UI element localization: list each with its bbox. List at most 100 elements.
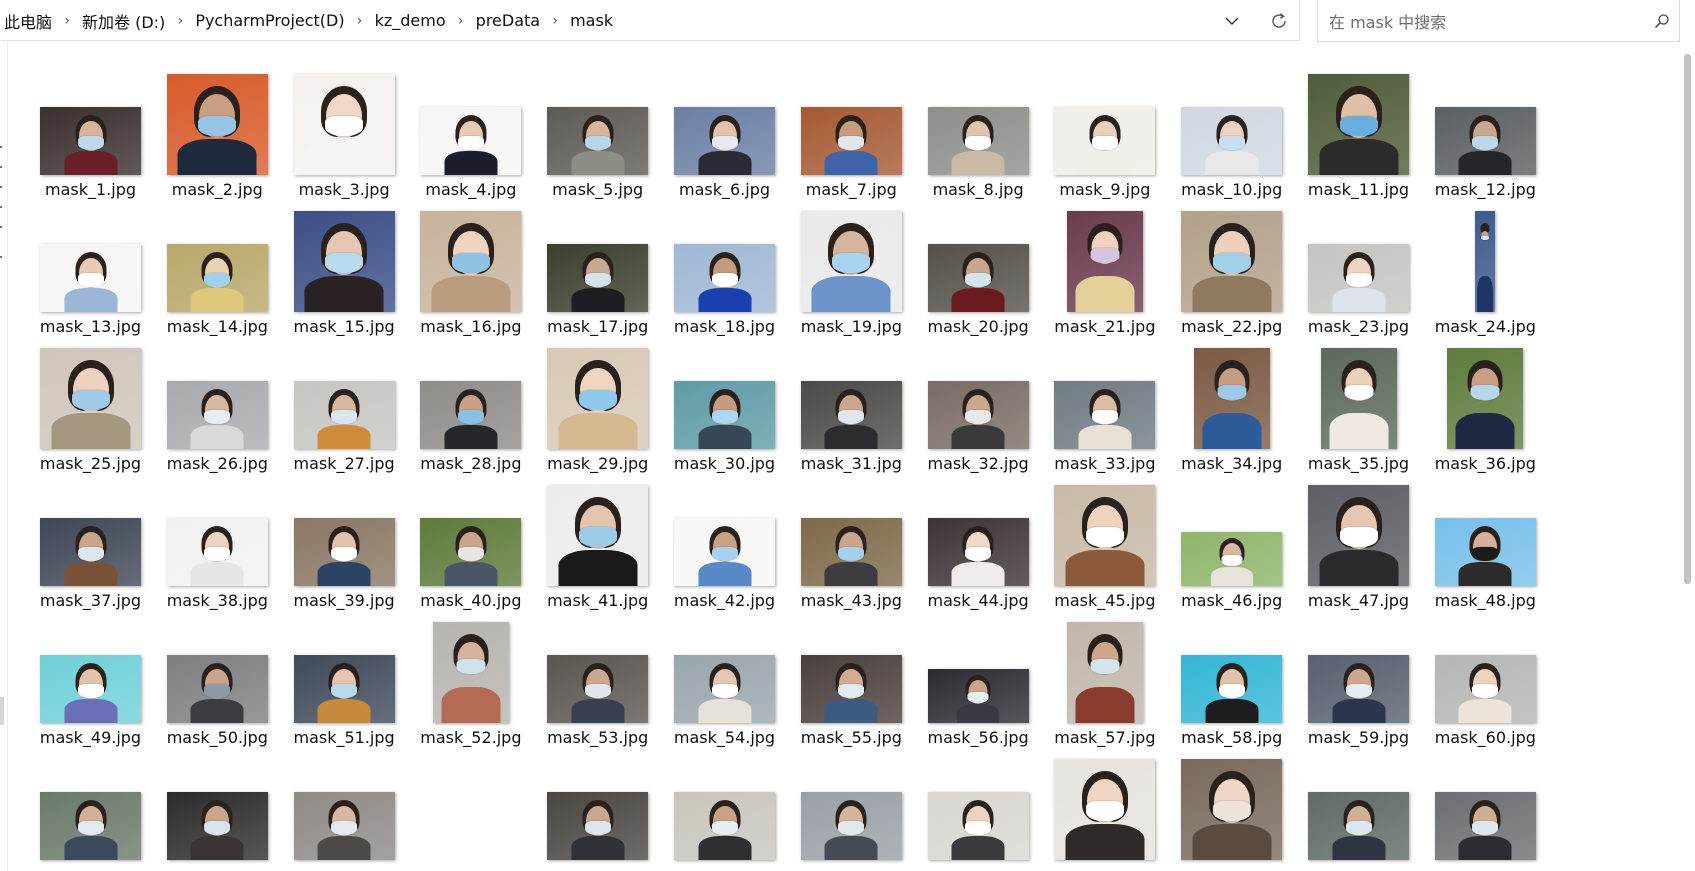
image-thumbnail[interactable]: [420, 518, 522, 586]
file-item[interactable]: mask_7.jpg: [768, 64, 905, 212]
image-thumbnail[interactable]: [674, 107, 775, 175]
file-name[interactable]: mask_37.jpg: [35, 591, 146, 610]
file-name[interactable]: mask_33.jpg: [1049, 454, 1160, 473]
file-item[interactable]: mask_41.jpg: [514, 475, 651, 623]
image-thumbnail[interactable]: [40, 107, 141, 175]
file-item[interactable]: mask_34.jpg: [1148, 338, 1285, 486]
file-name[interactable]: mask_3.jpg: [289, 180, 400, 199]
image-thumbnail[interactable]: [293, 518, 395, 586]
address-bar[interactable]: 此电脑 › 新加卷 (D:) › PycharmProject(D) › kz_demo › p…: [0, 0, 1300, 41]
file-item[interactable]: [641, 749, 778, 871]
file-name[interactable]: mask_57.jpg: [1049, 728, 1160, 747]
file-name[interactable]: mask_46.jpg: [1176, 591, 1287, 610]
file-name[interactable]: mask_38.jpg: [162, 591, 273, 610]
address-history-dropdown[interactable]: [1219, 9, 1245, 33]
file-name[interactable]: mask_22.jpg: [1176, 317, 1287, 336]
image-thumbnail[interactable]: [927, 669, 1029, 723]
file-item[interactable]: mask_27.jpg: [261, 338, 398, 486]
file-name[interactable]: mask_56.jpg: [923, 728, 1034, 747]
file-name[interactable]: mask_18.jpg: [669, 317, 780, 336]
file-item[interactable]: mask_35.jpg: [1275, 338, 1412, 486]
image-thumbnail[interactable]: [1054, 381, 1156, 449]
image-thumbnail[interactable]: [1181, 107, 1283, 175]
file-item[interactable]: [514, 749, 651, 871]
file-item[interactable]: mask_22.jpg: [1148, 201, 1285, 349]
file-name[interactable]: mask_52.jpg: [415, 728, 526, 747]
file-item[interactable]: [1402, 749, 1539, 871]
image-thumbnail[interactable]: [1308, 655, 1409, 723]
file-name[interactable]: mask_8.jpg: [923, 180, 1034, 199]
file-item[interactable]: mask_37.jpg: [8, 475, 144, 623]
image-thumbnail[interactable]: [800, 107, 902, 175]
image-thumbnail[interactable]: [166, 244, 268, 312]
search-box[interactable]: [1317, 0, 1680, 42]
file-name[interactable]: mask_48.jpg: [1430, 591, 1541, 610]
file-item[interactable]: mask_16.jpg: [387, 201, 524, 349]
file-name[interactable]: mask_1.jpg: [35, 180, 146, 199]
image-thumbnail[interactable]: [674, 655, 775, 723]
file-name[interactable]: mask_19.jpg: [796, 317, 907, 336]
image-thumbnail[interactable]: [800, 792, 902, 860]
refresh-button[interactable]: [1266, 9, 1292, 33]
image-thumbnail[interactable]: [432, 622, 509, 723]
file-name[interactable]: mask_45.jpg: [1049, 591, 1160, 610]
file-item[interactable]: mask_11.jpg: [1275, 64, 1412, 212]
file-name[interactable]: mask_16.jpg: [415, 317, 526, 336]
image-thumbnail[interactable]: [927, 244, 1029, 312]
file-name[interactable]: mask_54.jpg: [669, 728, 780, 747]
image-thumbnail[interactable]: [674, 792, 775, 860]
file-item[interactable]: mask_15.jpg: [261, 201, 398, 349]
file-item[interactable]: mask_33.jpg: [1021, 338, 1158, 486]
file-name[interactable]: mask_21.jpg: [1049, 317, 1160, 336]
file-item[interactable]: mask_60.jpg: [1402, 612, 1539, 760]
file-name[interactable]: mask_15.jpg: [289, 317, 400, 336]
file-item[interactable]: mask_54.jpg: [641, 612, 778, 760]
chevron-right-icon[interactable]: ›: [347, 13, 373, 29]
image-thumbnail[interactable]: [420, 107, 522, 175]
image-thumbnail[interactable]: [674, 518, 775, 586]
navigation-pane-edge[interactable]: [0, 42, 8, 871]
image-thumbnail[interactable]: [927, 792, 1029, 860]
file-name[interactable]: mask_34.jpg: [1176, 454, 1287, 473]
image-thumbnail[interactable]: [1308, 244, 1409, 312]
file-item[interactable]: [261, 749, 398, 871]
file-item[interactable]: [134, 749, 271, 871]
image-thumbnail[interactable]: [1054, 759, 1156, 860]
file-name[interactable]: mask_10.jpg: [1176, 180, 1287, 199]
chevron-right-icon[interactable]: ›: [167, 13, 193, 29]
file-item[interactable]: mask_36.jpg: [1402, 338, 1539, 486]
file-name[interactable]: mask_32.jpg: [923, 454, 1034, 473]
file-name[interactable]: mask_49.jpg: [35, 728, 146, 747]
file-name[interactable]: mask_5.jpg: [542, 180, 653, 199]
file-item[interactable]: mask_14.jpg: [134, 201, 271, 349]
file-item[interactable]: mask_12.jpg: [1402, 64, 1539, 212]
file-item[interactable]: mask_25.jpg: [8, 338, 144, 486]
file-item[interactable]: mask_53.jpg: [514, 612, 651, 760]
image-thumbnail[interactable]: [166, 518, 268, 586]
image-thumbnail[interactable]: [547, 655, 649, 723]
file-name[interactable]: mask_51.jpg: [289, 728, 400, 747]
file-item[interactable]: mask_19.jpg: [768, 201, 905, 349]
image-thumbnail[interactable]: [1434, 792, 1536, 860]
file-item[interactable]: [1148, 749, 1285, 871]
file-item[interactable]: mask_31.jpg: [768, 338, 905, 486]
file-name[interactable]: mask_55.jpg: [796, 728, 907, 747]
image-thumbnail[interactable]: [1308, 485, 1409, 586]
image-thumbnail[interactable]: [40, 655, 141, 723]
image-thumbnail[interactable]: [40, 244, 141, 312]
image-thumbnail[interactable]: [1054, 107, 1156, 175]
file-name[interactable]: mask_13.jpg: [35, 317, 146, 336]
image-thumbnail[interactable]: [800, 518, 902, 586]
file-name[interactable]: mask_44.jpg: [923, 591, 1034, 610]
image-thumbnail[interactable]: [40, 518, 141, 586]
file-item[interactable]: mask_43.jpg: [768, 475, 905, 623]
file-name[interactable]: mask_25.jpg: [35, 454, 146, 473]
image-thumbnail[interactable]: [1181, 759, 1283, 860]
vertical-scrollbar[interactable]: [1680, 42, 1695, 871]
file-item[interactable]: [1021, 749, 1158, 871]
file-item[interactable]: mask_28.jpg: [387, 338, 524, 486]
image-thumbnail[interactable]: [1181, 211, 1283, 312]
file-name[interactable]: mask_26.jpg: [162, 454, 273, 473]
image-thumbnail[interactable]: [1054, 485, 1156, 586]
file-item[interactable]: [768, 749, 905, 871]
